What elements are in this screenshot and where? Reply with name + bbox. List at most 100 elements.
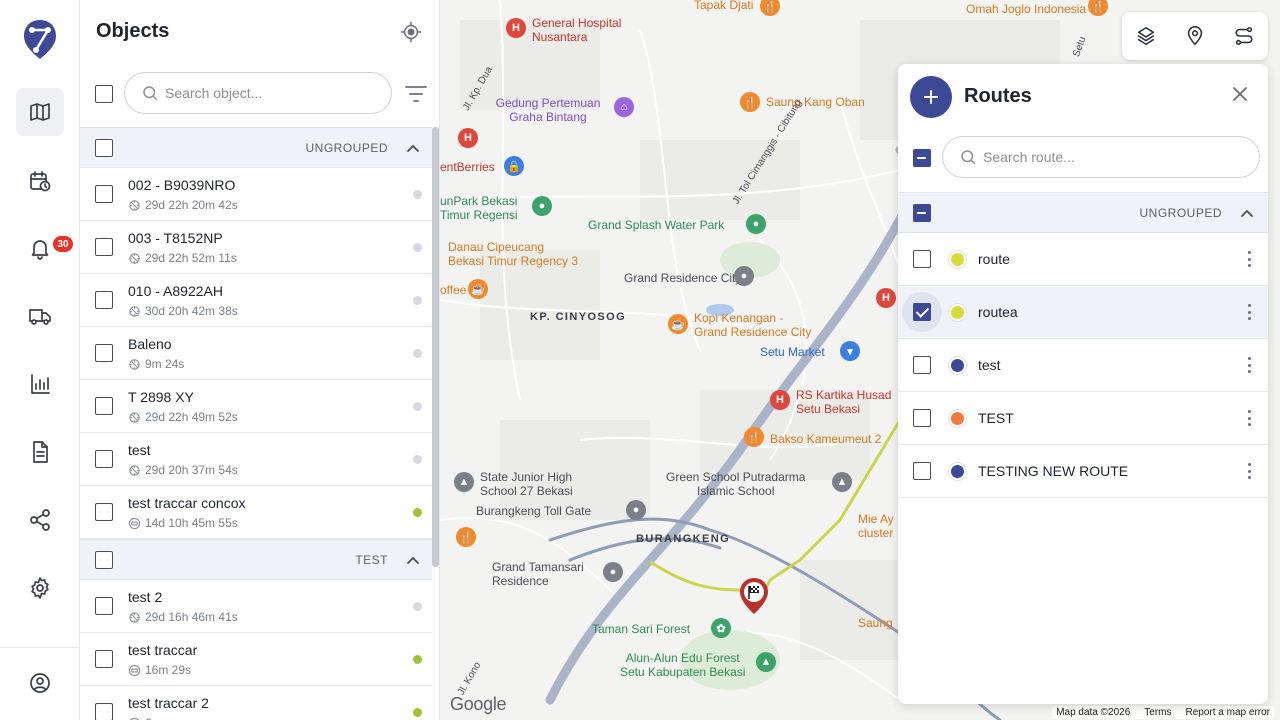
object-row[interactable]: test 2 29d 16h 46m 41s bbox=[80, 580, 432, 633]
food-marker[interactable]: 🍴 bbox=[456, 527, 476, 547]
object-time: 14d 10h 45m 55s bbox=[128, 516, 238, 530]
hospital-marker[interactable]: H bbox=[458, 128, 478, 148]
chevron-up-icon[interactable] bbox=[406, 141, 420, 155]
hospital-marker[interactable]: H bbox=[506, 18, 526, 38]
route-row[interactable]: route bbox=[898, 233, 1268, 286]
routes-button[interactable] bbox=[1230, 22, 1258, 50]
object-row[interactable]: Baleno 9m 24s bbox=[80, 327, 432, 380]
nav-map-button[interactable] bbox=[16, 88, 64, 136]
park-marker[interactable]: ● bbox=[746, 214, 766, 234]
food-marker[interactable]: 🍴 bbox=[744, 427, 764, 447]
route-finish-marker[interactable] bbox=[738, 576, 770, 616]
cafe-marker[interactable]: ☕ bbox=[668, 314, 688, 334]
route-row[interactable]: test bbox=[898, 339, 1268, 392]
route-checkbox[interactable] bbox=[913, 356, 931, 374]
school-marker[interactable]: ▲ bbox=[454, 472, 474, 492]
route-checkbox[interactable] bbox=[913, 303, 931, 321]
object-checkbox[interactable] bbox=[95, 703, 113, 720]
chevron-up-icon[interactable] bbox=[1240, 206, 1254, 220]
park-marker[interactable]: ▲ bbox=[756, 652, 776, 672]
venue-marker[interactable]: ⌂ bbox=[614, 97, 634, 117]
object-time-text: 29d 22h 49m 52s bbox=[145, 410, 238, 424]
hospital-marker[interactable]: H bbox=[770, 390, 790, 410]
object-list-scrollbar[interactable] bbox=[432, 127, 439, 567]
select-all-routes-checkbox[interactable] bbox=[913, 149, 931, 167]
group-checkbox[interactable] bbox=[95, 550, 113, 569]
bar-chart-icon bbox=[31, 374, 50, 394]
nav-settings-button[interactable] bbox=[16, 564, 64, 612]
school-marker[interactable]: ▲ bbox=[832, 472, 852, 492]
route-search-box[interactable] bbox=[942, 136, 1260, 178]
object-search-input[interactable] bbox=[165, 85, 391, 101]
nav-documents-button[interactable] bbox=[16, 428, 64, 476]
park-marker[interactable]: ● bbox=[532, 196, 552, 216]
route-group-ungrouped[interactable]: UNGROUPED bbox=[898, 192, 1268, 233]
object-row[interactable]: 010 - A8922AH 30d 20h 42m 38s bbox=[80, 274, 432, 327]
nav-reports-button[interactable] bbox=[16, 360, 64, 408]
attribution-terms-link[interactable]: Terms bbox=[1144, 707, 1171, 718]
object-row[interactable]: 002 - B9039NRO 29d 22h 20m 42s bbox=[80, 168, 432, 221]
app-logo[interactable] bbox=[22, 18, 58, 60]
route-row[interactable]: TESTING NEW ROUTE bbox=[898, 445, 1268, 498]
object-checkbox[interactable] bbox=[95, 650, 113, 668]
more-vertical-icon[interactable] bbox=[1248, 357, 1252, 373]
label-grand-residence: Grand Residence City bbox=[624, 271, 742, 285]
route-checkbox[interactable] bbox=[913, 250, 931, 268]
filter-icon[interactable] bbox=[404, 84, 428, 104]
locate-icon[interactable] bbox=[400, 21, 422, 43]
select-all-objects-checkbox[interactable] bbox=[95, 85, 113, 103]
object-row[interactable]: test traccar 16m 29s bbox=[80, 633, 432, 686]
park-marker[interactable]: ✿ bbox=[711, 618, 731, 638]
nav-account-button[interactable] bbox=[16, 659, 64, 707]
route-search-input[interactable] bbox=[983, 149, 1259, 165]
layers-button[interactable] bbox=[1132, 22, 1160, 50]
add-route-button[interactable] bbox=[910, 76, 952, 118]
toll-marker[interactable]: ● bbox=[626, 500, 646, 520]
object-checkbox[interactable] bbox=[95, 397, 113, 415]
object-checkbox[interactable] bbox=[95, 291, 113, 309]
food-marker[interactable]: 🍴 bbox=[740, 92, 760, 112]
status-dot bbox=[413, 508, 422, 517]
object-checkbox[interactable] bbox=[95, 238, 113, 256]
place-marker[interactable]: ● bbox=[734, 266, 754, 286]
group-checkbox[interactable] bbox=[95, 138, 113, 157]
more-vertical-icon[interactable] bbox=[1248, 251, 1252, 267]
attribution-report-link[interactable]: Report a map error bbox=[1186, 707, 1270, 718]
route-checkbox[interactable] bbox=[913, 409, 931, 427]
group-checkbox[interactable] bbox=[913, 204, 931, 222]
object-row[interactable]: test traccar concox 14d 10h 45m 55s bbox=[80, 486, 432, 539]
object-row[interactable]: test 29d 20h 37m 54s bbox=[80, 433, 432, 486]
route-row[interactable]: routea bbox=[898, 286, 1268, 339]
nav-share-button[interactable] bbox=[16, 496, 64, 544]
more-vertical-icon[interactable] bbox=[1248, 410, 1252, 426]
lock-marker[interactable]: 🔒 bbox=[504, 156, 524, 176]
object-row[interactable]: test traccar 2 6s bbox=[80, 686, 432, 720]
object-row[interactable]: T 2898 XY 29d 22h 49m 52s bbox=[80, 380, 432, 433]
cafe-marker[interactable]: ☕ bbox=[468, 279, 488, 299]
nav-notifications-button[interactable]: 30 bbox=[16, 224, 73, 272]
object-checkbox[interactable] bbox=[95, 597, 113, 615]
route-checkbox[interactable] bbox=[913, 462, 931, 480]
object-search-box[interactable] bbox=[124, 72, 392, 114]
nav-schedule-button[interactable] bbox=[16, 157, 64, 205]
object-checkbox[interactable] bbox=[95, 503, 113, 521]
shop-marker[interactable]: ▾ bbox=[840, 341, 860, 361]
chevron-up-icon[interactable] bbox=[406, 553, 420, 567]
object-group-row[interactable]: TEST bbox=[80, 539, 432, 580]
hospital-marker[interactable]: H bbox=[876, 288, 896, 308]
object-checkbox[interactable] bbox=[95, 185, 113, 203]
close-icon[interactable] bbox=[1230, 84, 1250, 104]
route-row[interactable]: TEST bbox=[898, 392, 1268, 445]
nav-vehicles-button[interactable] bbox=[16, 292, 64, 340]
label-grand-splash: Grand Splash Water Park bbox=[588, 218, 725, 232]
place-marker[interactable]: ● bbox=[603, 562, 623, 582]
places-button[interactable] bbox=[1181, 22, 1209, 50]
more-vertical-icon[interactable] bbox=[1248, 304, 1252, 320]
object-row[interactable]: 003 - T8152NP 29d 22h 52m 11s bbox=[80, 221, 432, 274]
object-checkbox[interactable] bbox=[95, 450, 113, 468]
more-vertical-icon[interactable] bbox=[1248, 463, 1252, 479]
object-time: 30d 20h 42m 38s bbox=[128, 304, 238, 318]
object-group-row[interactable]: UNGROUPED bbox=[80, 127, 432, 168]
object-time-text: 29d 22h 20m 42s bbox=[145, 198, 238, 212]
object-checkbox[interactable] bbox=[95, 344, 113, 362]
